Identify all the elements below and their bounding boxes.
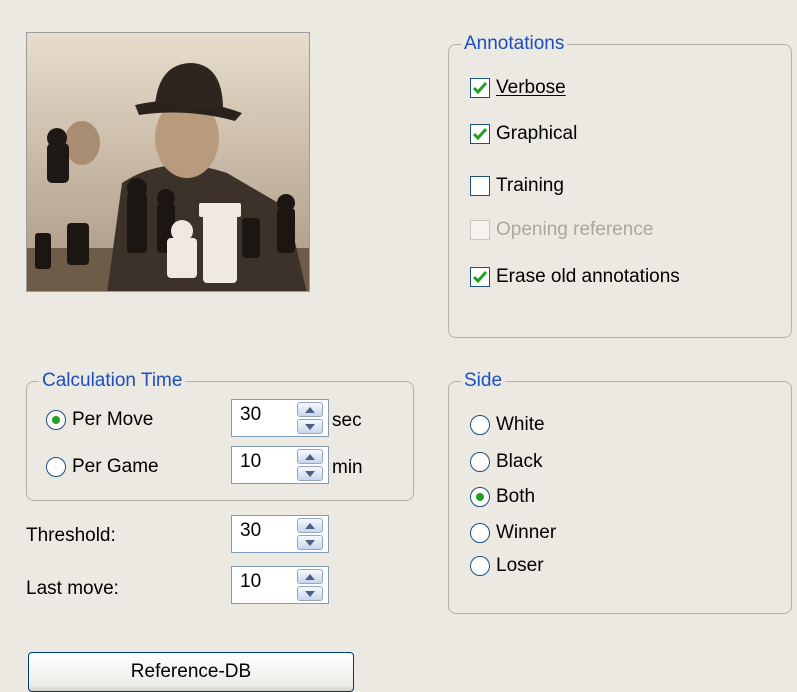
- spin-up-button[interactable]: [297, 449, 323, 464]
- arrow-down-icon: [305, 539, 315, 546]
- spin-down-button[interactable]: [297, 419, 323, 434]
- arrow-up-icon: [305, 573, 315, 580]
- per-move-spinner[interactable]: [297, 402, 323, 434]
- per-game-label: Per Game: [72, 456, 159, 477]
- arrow-down-icon: [305, 423, 315, 430]
- per-game-unit: min: [332, 457, 363, 478]
- threshold-spinner[interactable]: [297, 518, 323, 550]
- per-move-value[interactable]: 30: [240, 404, 261, 426]
- side-white-radio[interactable]: [470, 415, 490, 435]
- side-loser-label: Loser: [496, 555, 544, 576]
- per-move-unit: sec: [332, 410, 362, 431]
- per-game-field[interactable]: 10: [231, 446, 329, 484]
- last-move-spinner[interactable]: [297, 569, 323, 601]
- erase-old-annotations-checkbox-row[interactable]: Erase old annotations: [470, 265, 680, 289]
- threshold-value[interactable]: 30: [240, 520, 261, 542]
- last-move-value[interactable]: 10: [240, 571, 261, 593]
- threshold-label: Threshold:: [26, 525, 116, 546]
- arrow-down-icon: [305, 470, 315, 477]
- per-game-spinner[interactable]: [297, 449, 323, 481]
- side-white-label: White: [496, 414, 545, 435]
- side-both-label: Both: [496, 486, 536, 507]
- reference-db-label: Reference-DB: [130, 661, 252, 682]
- training-checkbox-row[interactable]: Training: [470, 174, 564, 198]
- side-black-label: Black: [496, 451, 543, 472]
- chess-player-image: [27, 33, 309, 291]
- per-game-radio-row[interactable]: Per Game: [46, 455, 159, 479]
- spin-up-button[interactable]: [297, 569, 323, 584]
- erase-old-annotations-label: Erase old annotations: [496, 266, 680, 287]
- last-move-label: Last move:: [26, 578, 119, 599]
- verbose-checkbox-row[interactable]: Verbose: [470, 76, 566, 100]
- training-checkbox[interactable]: [470, 176, 490, 196]
- verbose-label: Verbose: [496, 77, 566, 98]
- side-both-radio-row[interactable]: Both: [470, 485, 535, 509]
- side-black-radio-row[interactable]: Black: [470, 450, 542, 474]
- spin-up-button[interactable]: [297, 518, 323, 533]
- check-icon: [473, 271, 487, 283]
- side-title: Side: [461, 370, 506, 392]
- per-move-field[interactable]: 30: [231, 399, 329, 437]
- check-icon: [473, 82, 487, 94]
- spin-down-button[interactable]: [297, 586, 323, 601]
- per-move-label: Per Move: [72, 409, 154, 430]
- per-move-radio[interactable]: [46, 410, 66, 430]
- arrow-up-icon: [305, 453, 315, 460]
- side-loser-radio[interactable]: [470, 556, 490, 576]
- graphical-checkbox[interactable]: [470, 124, 490, 144]
- check-icon: [473, 128, 487, 140]
- opening-reference-checkbox: [470, 220, 490, 240]
- calculation-time-group: Calculation Time: [26, 370, 414, 501]
- per-game-value[interactable]: 10: [240, 451, 261, 473]
- side-black-radio[interactable]: [470, 452, 490, 472]
- arrow-up-icon: [305, 406, 315, 413]
- arrow-up-icon: [305, 522, 315, 529]
- arrow-down-icon: [305, 590, 315, 597]
- side-winner-radio[interactable]: [470, 523, 490, 543]
- side-loser-radio-row[interactable]: Loser: [470, 554, 544, 578]
- opening-reference-label: Opening reference: [496, 219, 654, 240]
- chess-player-photo: [26, 32, 310, 292]
- side-both-radio[interactable]: [470, 487, 490, 507]
- graphical-checkbox-row[interactable]: Graphical: [470, 122, 577, 146]
- spin-up-button[interactable]: [297, 402, 323, 417]
- per-game-radio[interactable]: [46, 457, 66, 477]
- last-move-field[interactable]: 10: [231, 566, 329, 604]
- per-move-radio-row[interactable]: Per Move: [46, 408, 153, 432]
- threshold-field[interactable]: 30: [231, 515, 329, 553]
- calculation-time-title: Calculation Time: [39, 370, 186, 392]
- graphical-label: Graphical: [496, 123, 578, 144]
- verbose-checkbox[interactable]: [470, 78, 490, 98]
- erase-old-annotations-checkbox[interactable]: [470, 267, 490, 287]
- spin-down-button[interactable]: [297, 466, 323, 481]
- side-winner-radio-row[interactable]: Winner: [470, 521, 556, 545]
- side-white-radio-row[interactable]: White: [470, 413, 545, 437]
- side-winner-label: Winner: [496, 522, 557, 543]
- spin-down-button[interactable]: [297, 535, 323, 550]
- opening-reference-checkbox-row: Opening reference: [470, 218, 653, 242]
- training-label: Training: [496, 175, 564, 196]
- reference-db-button[interactable]: Reference-DB: [28, 652, 354, 692]
- annotations-title: Annotations: [461, 33, 568, 55]
